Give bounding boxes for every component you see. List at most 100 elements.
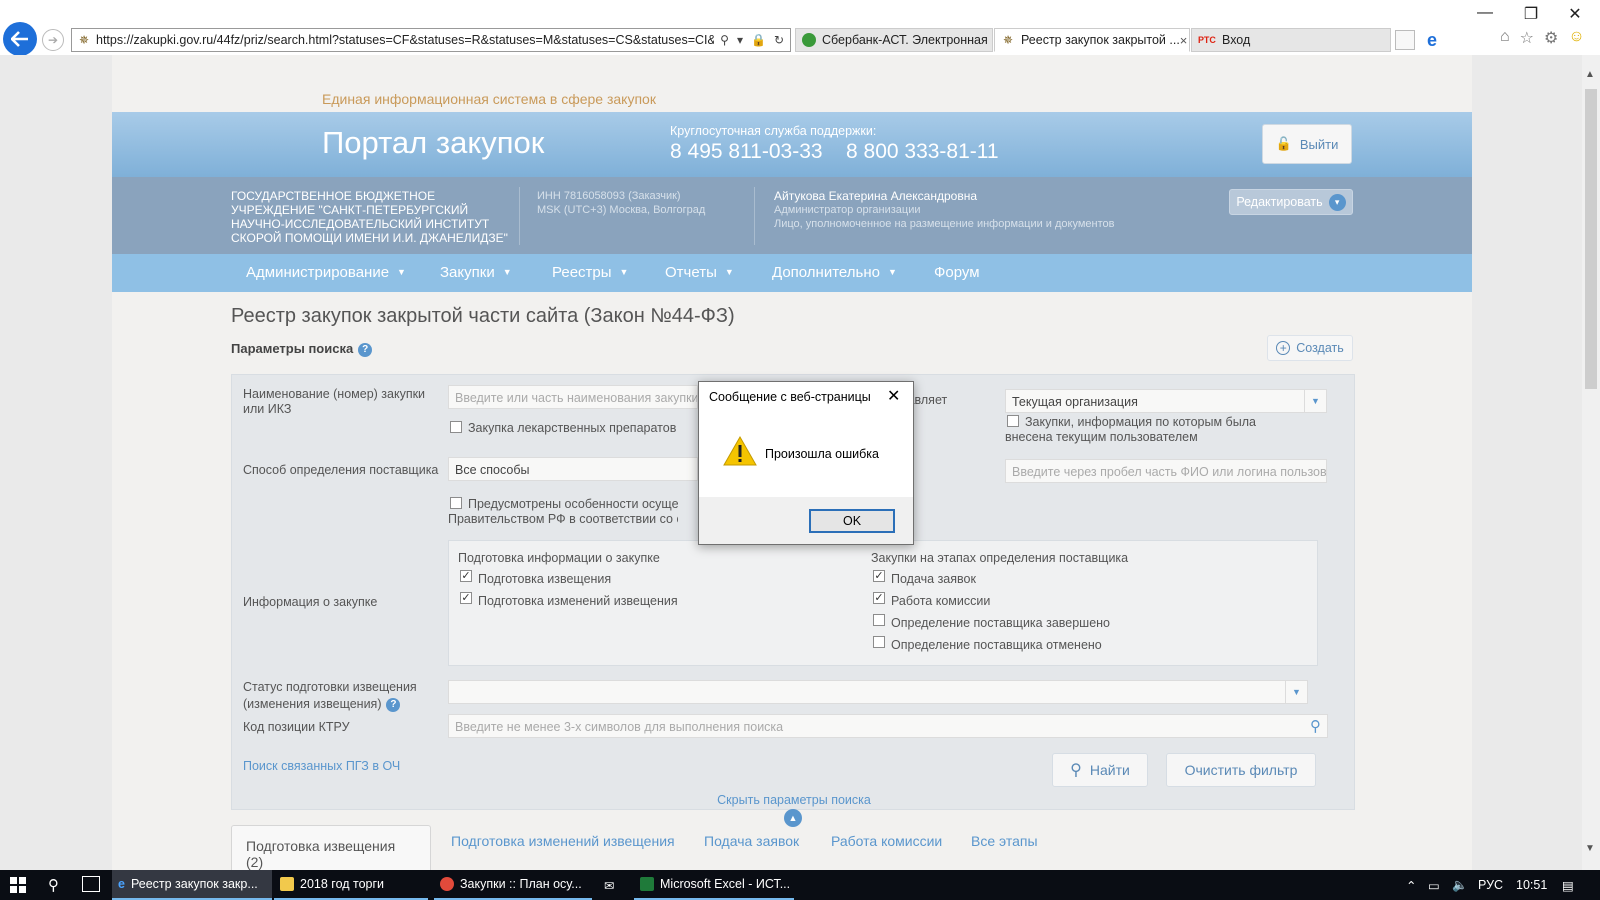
search-icon: ⚲	[1070, 762, 1082, 779]
status-label: Статус подготовки извещения (изменения и…	[243, 680, 417, 712]
taskbar-item-ie[interactable]: e Реестр закупок закр...	[112, 870, 272, 900]
chevron-up-icon[interactable]: ⌃	[1406, 878, 1416, 893]
organization-select[interactable]: Текущая организация ▼	[1005, 389, 1327, 413]
stage-completed-label: Определение поставщика завершено	[891, 616, 1111, 630]
tab-applications[interactable]: Подача заявок	[704, 833, 799, 849]
volume-icon[interactable]: 🔈	[1452, 878, 1468, 893]
taskbar-item-excel[interactable]: Microsoft Excel - ИСТ...	[634, 870, 794, 900]
ok-button[interactable]: OK	[809, 509, 895, 533]
restore-icon[interactable]: ❐	[1516, 4, 1546, 24]
notifications-icon[interactable]: ▤	[1562, 878, 1574, 893]
fio-input[interactable]: Введите через пробел часть ФИО или логин…	[1005, 459, 1327, 483]
taskbar-item-mail[interactable]: ✉	[598, 870, 628, 900]
prep-changes-checkbox[interactable]: ✓	[460, 592, 472, 604]
nav-reports[interactable]: Отчеты ▼	[665, 264, 734, 281]
tab-sberbank[interactable]: Сбербанк-АСТ. Электронная ...	[795, 28, 993, 52]
drugs-checkbox[interactable]	[450, 421, 462, 433]
close-icon[interactable]: ✕	[887, 386, 900, 406]
nav-registries[interactable]: Реестры ▼	[552, 264, 628, 281]
stage-completed-checkbox[interactable]	[873, 614, 885, 626]
portal-title[interactable]: Портал закупок	[322, 125, 544, 161]
name-label: Наименование (номер) закупки или ИКЗ	[243, 387, 426, 416]
back-button[interactable]	[3, 22, 37, 56]
dropdown-icon[interactable]: ▾	[737, 33, 743, 47]
settings-gear-icon[interactable]: ⚙	[1544, 28, 1558, 48]
clear-filter-button[interactable]: Очистить фильтр	[1166, 753, 1316, 787]
logout-button[interactable]: 🔓 Выйти	[1262, 124, 1352, 164]
stage-applications-checkbox[interactable]: ✓	[873, 570, 885, 582]
chrome-icon	[440, 877, 454, 891]
taskbar-item-folder[interactable]: 2018 год торги	[274, 870, 428, 900]
tab-registry[interactable]: ✵ Реестр закупок закрытой ... ×	[994, 28, 1190, 52]
search-icon[interactable]: ⚲	[1310, 717, 1321, 735]
search-params-label: Параметры поиска?	[231, 341, 373, 357]
support-phone-1: 8 495 811-03-33	[670, 140, 823, 163]
nav-additional[interactable]: Дополнительно ▼	[772, 264, 897, 281]
search-icon[interactable]: ⚲	[720, 33, 729, 47]
tab-commission[interactable]: Работа комиссии	[831, 833, 942, 849]
nav-purchases[interactable]: Закупки ▼	[440, 264, 512, 281]
nav-administration[interactable]: Администрирование ▼	[246, 264, 406, 281]
home-icon[interactable]: ⌂	[1500, 28, 1510, 48]
features-label: Предусмотрены особенности осуществления	[468, 497, 678, 511]
search-icon[interactable]: ⚲	[48, 876, 59, 894]
prep-notice-checkbox[interactable]: ✓	[460, 570, 472, 582]
scroll-thumb[interactable]	[1585, 89, 1597, 389]
network-icon[interactable]: ▭	[1428, 878, 1440, 893]
clock[interactable]: 10:51	[1516, 878, 1547, 892]
ktru-label: Код позиции КТРУ	[243, 720, 350, 734]
name-input[interactable]: Введите или часть наименования закупки	[448, 385, 698, 409]
minimize-icon[interactable]: —	[1470, 4, 1500, 22]
org-name: ГОСУДАРСТВЕННОЕ БЮДЖЕТНОЕ УЧРЕЖДЕНИЕ "СА…	[231, 189, 508, 245]
smiley-icon[interactable]: ☺	[1568, 28, 1584, 48]
refresh-icon[interactable]: ↻	[774, 33, 784, 47]
related-search-link[interactable]: Поиск связанных ПГЗ в ОЧ	[243, 759, 400, 773]
windows-start-icon[interactable]	[10, 877, 26, 893]
chevron-down-icon: ▼	[887, 267, 897, 277]
info-checkbox-panel: Подготовка информации о закупке ✓ Подгот…	[448, 540, 1318, 666]
sberbank-icon	[802, 33, 816, 47]
tab-all-stages[interactable]: Все этапы	[971, 833, 1038, 849]
address-bar[interactable]: ✵ https://zakupki.gov.ru/44fz/priz/searc…	[71, 28, 791, 52]
portal-header: Портал закупок Круглосуточная служба под…	[112, 112, 1472, 177]
features-label-2: Правительством РФ в соответствии со стат…	[448, 512, 678, 526]
stage-cancelled-label: Определение поставщика отменено	[891, 638, 1102, 652]
new-tab-button[interactable]	[1395, 30, 1415, 50]
stage-cancelled-checkbox[interactable]	[873, 636, 885, 648]
dialog-message: Произошла ошибка	[765, 447, 879, 461]
help-icon[interactable]: ?	[358, 343, 373, 357]
status-select[interactable]: ▼	[448, 680, 1308, 704]
hide-params-link[interactable]: Скрыть параметры поиска	[232, 793, 1356, 807]
url-text: https://zakupki.gov.ru/44fz/priz/search.…	[96, 33, 715, 47]
tab-login[interactable]: РТС Вход	[1191, 28, 1391, 52]
tab-prep-changes[interactable]: Подготовка изменений извещения	[451, 833, 675, 849]
nav-forum[interactable]: Форум	[934, 264, 980, 281]
prep-notice-label: Подготовка извещения	[478, 572, 612, 586]
forward-button[interactable]: ➔	[42, 29, 64, 51]
close-tab-icon[interactable]: ×	[1180, 33, 1188, 48]
stage-commission-checkbox[interactable]: ✓	[873, 592, 885, 604]
eis-title[interactable]: Единая информационная система в сфере за…	[322, 91, 656, 107]
language-indicator[interactable]: РУС	[1478, 878, 1503, 892]
features-checkbox[interactable]	[450, 497, 462, 509]
find-button[interactable]: ⚲ Найти	[1052, 753, 1148, 787]
scroll-down-icon[interactable]: ▼	[1585, 843, 1595, 854]
vertical-scrollbar[interactable]: ▲ ▼	[1582, 55, 1600, 870]
edit-button[interactable]: Редактировать ▾	[1229, 189, 1353, 215]
org-timezone: MSK (UTC+3) Москва, Волгоград	[537, 204, 706, 216]
divider	[754, 187, 755, 245]
ktru-input[interactable]: Введите не менее 3-х символов для выполн…	[448, 714, 1328, 738]
lock-icon[interactable]: 🔒	[751, 33, 766, 47]
help-icon[interactable]: ?	[386, 698, 401, 712]
method-select[interactable]: Все способы	[448, 457, 698, 481]
taskbar-item-chrome[interactable]: Закупки :: План осу...	[434, 870, 592, 900]
chevron-down-icon: ▼	[619, 267, 629, 277]
favorites-star-icon[interactable]: ☆	[1520, 28, 1534, 48]
scroll-up-icon[interactable]: ▲	[1585, 69, 1595, 80]
create-button[interactable]: + Создать	[1267, 335, 1353, 361]
close-window-icon[interactable]: ✕	[1560, 4, 1590, 24]
stage-group-label: Закупки на этапах определения поставщика	[871, 551, 1129, 565]
tab-prep-notice[interactable]: Подготовка извещения (2)	[231, 825, 431, 870]
windows-taskbar: ⚲ e Реестр закупок закр... 2018 год торг…	[0, 870, 1600, 900]
task-view-icon[interactable]	[82, 876, 100, 892]
